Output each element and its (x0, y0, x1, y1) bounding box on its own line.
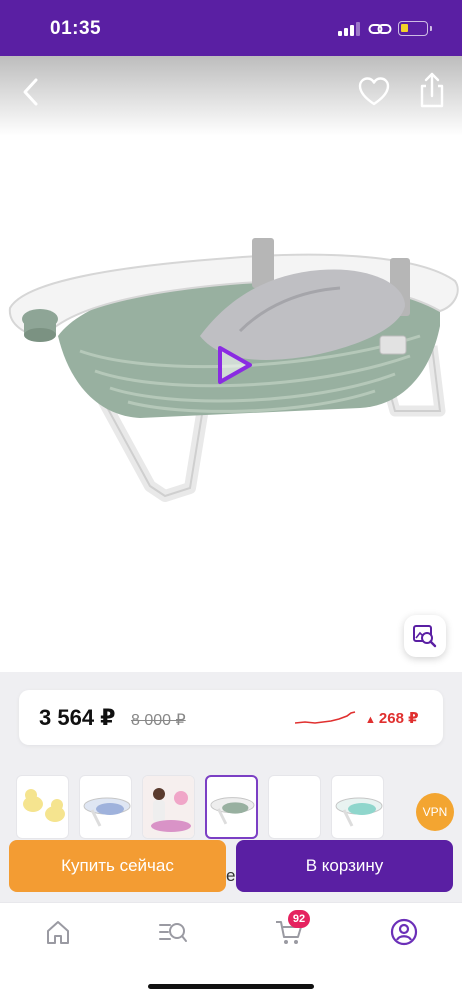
thumb-woman-baby[interactable] (142, 775, 195, 839)
baby-bath-tub-image (8, 238, 459, 502)
vpn-badge[interactable]: VPN (416, 793, 454, 831)
old-price: 8 000 ₽ (131, 712, 186, 729)
thumb-tub-green[interactable] (205, 775, 258, 839)
profile-icon[interactable] (389, 917, 419, 947)
price-change-value: 268 ₽ (378, 710, 419, 727)
image-search-icon (413, 625, 437, 648)
thumb-ducks[interactable] (16, 775, 69, 839)
add-to-cart-button[interactable]: В корзину (236, 840, 453, 892)
play-icon[interactable] (212, 344, 254, 386)
back-button[interactable] (14, 74, 50, 110)
price-change: ▲ 268 ₽ (365, 709, 419, 727)
thumb-tub-blue[interactable] (79, 775, 132, 839)
cart-count-badge: 92 (288, 910, 310, 928)
battery-icon (398, 21, 432, 36)
status-time: 01:35 (50, 18, 102, 39)
home-icon[interactable] (43, 917, 73, 947)
share-button[interactable] (414, 70, 450, 110)
cellular-signal-icon (338, 21, 360, 36)
buy-now-button[interactable]: Купить сейчас (9, 840, 226, 892)
obscured-text: е (226, 866, 236, 885)
status-bar: 01:35 (0, 0, 462, 56)
price-card[interactable]: 3 564 ₽ 8 000 ₽ ▲ 268 ₽ (19, 690, 443, 745)
thumbnail-strip (16, 775, 456, 839)
price-trend-graph (295, 711, 356, 724)
home-indicator (148, 984, 314, 989)
thumb-blank[interactable] (268, 775, 321, 839)
image-search-button[interactable] (404, 615, 446, 657)
link-icon (368, 24, 392, 34)
thumb-tub-mint[interactable] (331, 775, 384, 839)
catalog-search-icon[interactable] (158, 917, 188, 947)
price-up-arrow: ▲ (365, 714, 376, 726)
product-image-gallery[interactable] (0, 56, 462, 672)
image-top-fade (0, 56, 462, 136)
current-price: 3 564 ₽ (39, 705, 116, 730)
favorite-button[interactable] (356, 74, 392, 110)
